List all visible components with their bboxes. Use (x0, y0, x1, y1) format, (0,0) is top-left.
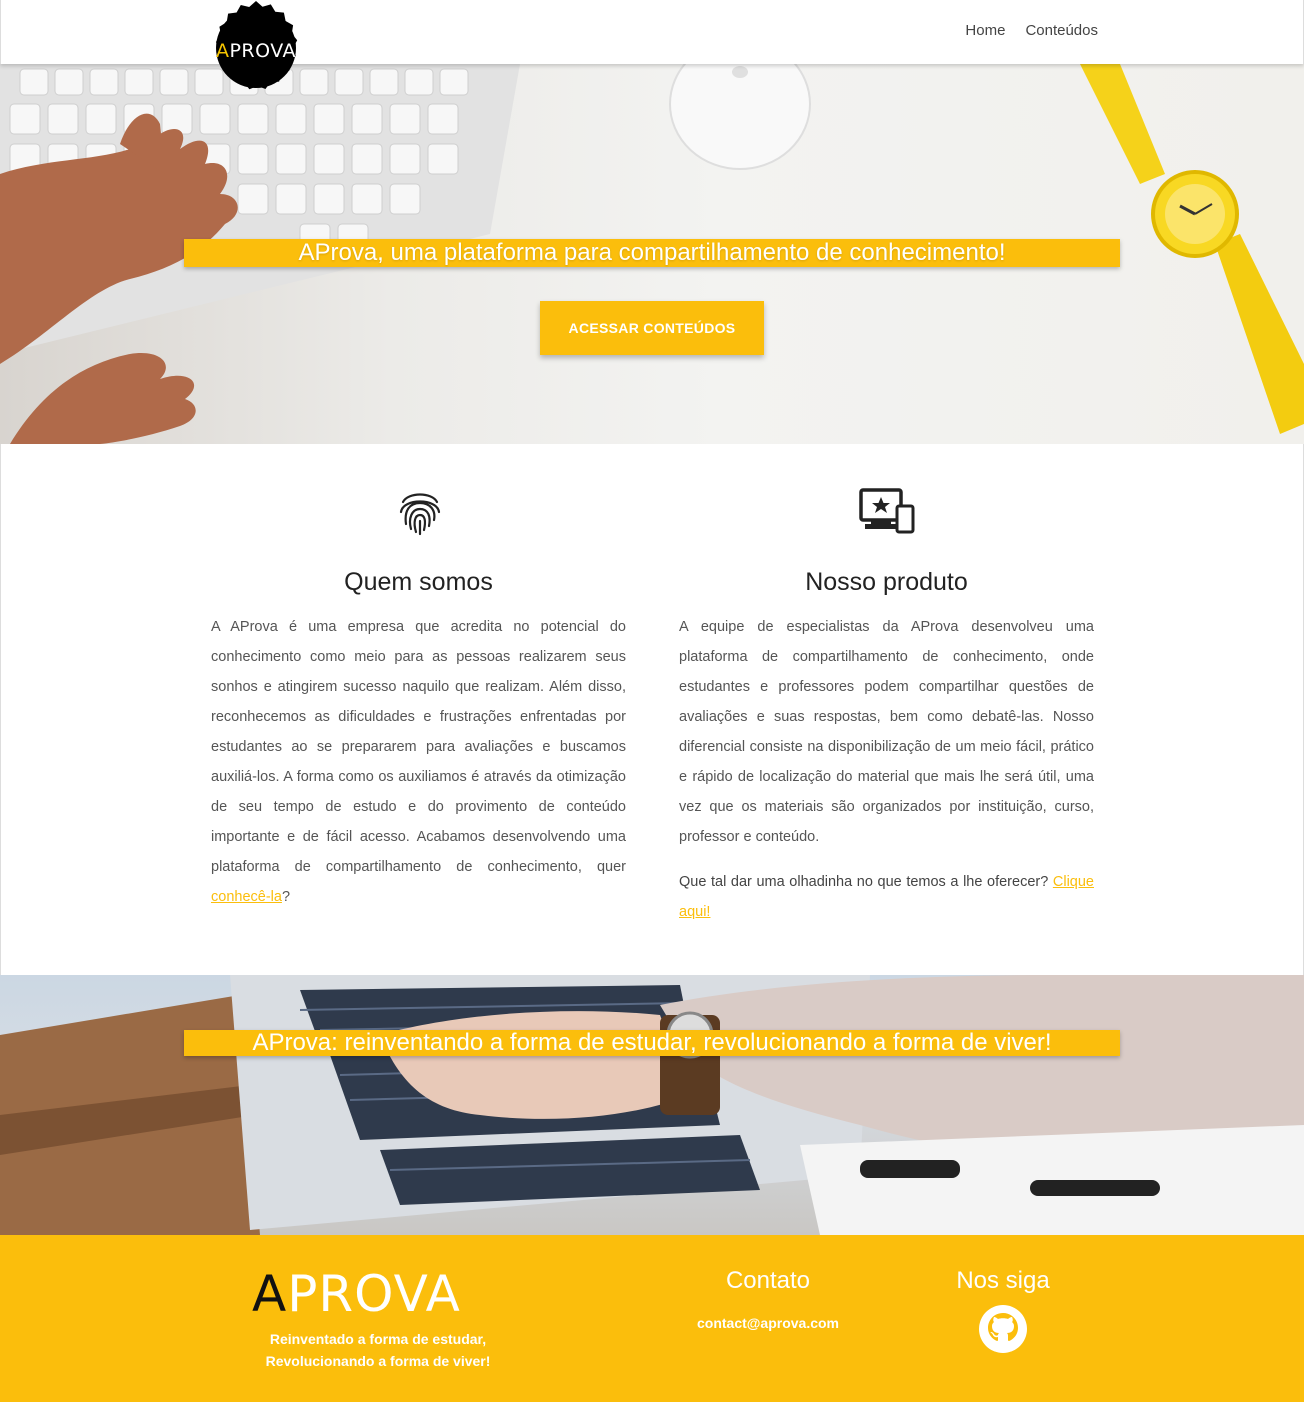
footer-logo-rest: PROVA (287, 1265, 461, 1323)
nav-home-link[interactable]: Home (965, 22, 1005, 39)
devices-star-icon (859, 488, 915, 539)
top-navbar: Home Conteúdos (0, 0, 1304, 64)
slogan-banner: AProva: reinventando a forma de estudar,… (184, 1030, 1120, 1056)
footer-tagline-line1: Reinventado a forma de estudar, (269, 1331, 487, 1347)
logo-letters-rest: PROVA (229, 40, 297, 62)
quem-somos-title: Quem somos (344, 568, 493, 596)
conheca-la-link[interactable]: conhecê-la (211, 889, 282, 905)
footer-logo: APROVA (252, 1265, 461, 1323)
nosso-produto-title: Nosso produto (805, 568, 968, 596)
hero-headline: AProva, uma plataforma para compartilham… (298, 239, 1006, 266)
acessar-conteudos-button[interactable]: ACESSAR CONTEÚDOS (540, 301, 764, 355)
nav-links: Home Conteúdos (965, 22, 1098, 39)
hero-headline-banner: AProva, uma plataforma para compartilham… (184, 239, 1120, 267)
footer-tagline: Reinventado a forma de estudar, Revoluci… (230, 1328, 526, 1372)
logo-badge[interactable]: A PROVA (205, 0, 307, 102)
contact-email[interactable]: contact@aprova.com (668, 1315, 868, 1331)
fingerprint-icon (398, 488, 442, 541)
quem-somos-end: ? (281, 889, 291, 905)
nav-conteudos-link[interactable]: Conteúdos (1025, 22, 1098, 39)
footer: APROVA Reinventado a forma de estudar, R… (0, 1235, 1304, 1402)
nosso-produto-question: Que tal dar uma olhadinha no que temos a… (679, 874, 1053, 890)
mouse-shape (669, 64, 811, 170)
footer-tagline-line2: Revolucionando a forma de viver! (265, 1353, 491, 1369)
contato-title: Contato (725, 1267, 811, 1294)
footer-logo-letter-a: A (252, 1265, 288, 1323)
nosso-produto-text: A equipe de especialistas da AProva dese… (679, 619, 1094, 845)
logo-letter-a: A (215, 40, 230, 62)
logo-wordmark: A PROVA (205, 0, 307, 102)
hero-section: AProva, uma plataforma para compartilham… (0, 64, 1304, 444)
github-icon[interactable] (978, 1304, 1028, 1354)
quem-somos-text: A AProva é uma empresa que acredita no p… (211, 612, 626, 912)
nosso-produto-cta-text: Que tal dar uma olhadinha no que temos a… (679, 867, 1094, 927)
about-section: Quem somos A AProva é uma empresa que ac… (0, 444, 1304, 975)
slogan-headline: AProva: reinventando a forma de estudar,… (252, 1029, 1052, 1056)
slogan-section: AProva: reinventando a forma de estudar,… (0, 975, 1304, 1235)
quem-somos-body: A AProva é uma empresa que acredita no p… (211, 619, 626, 875)
slogan-photo-laptop (0, 975, 1304, 1235)
nos-siga-title: Nos siga (956, 1267, 1050, 1294)
